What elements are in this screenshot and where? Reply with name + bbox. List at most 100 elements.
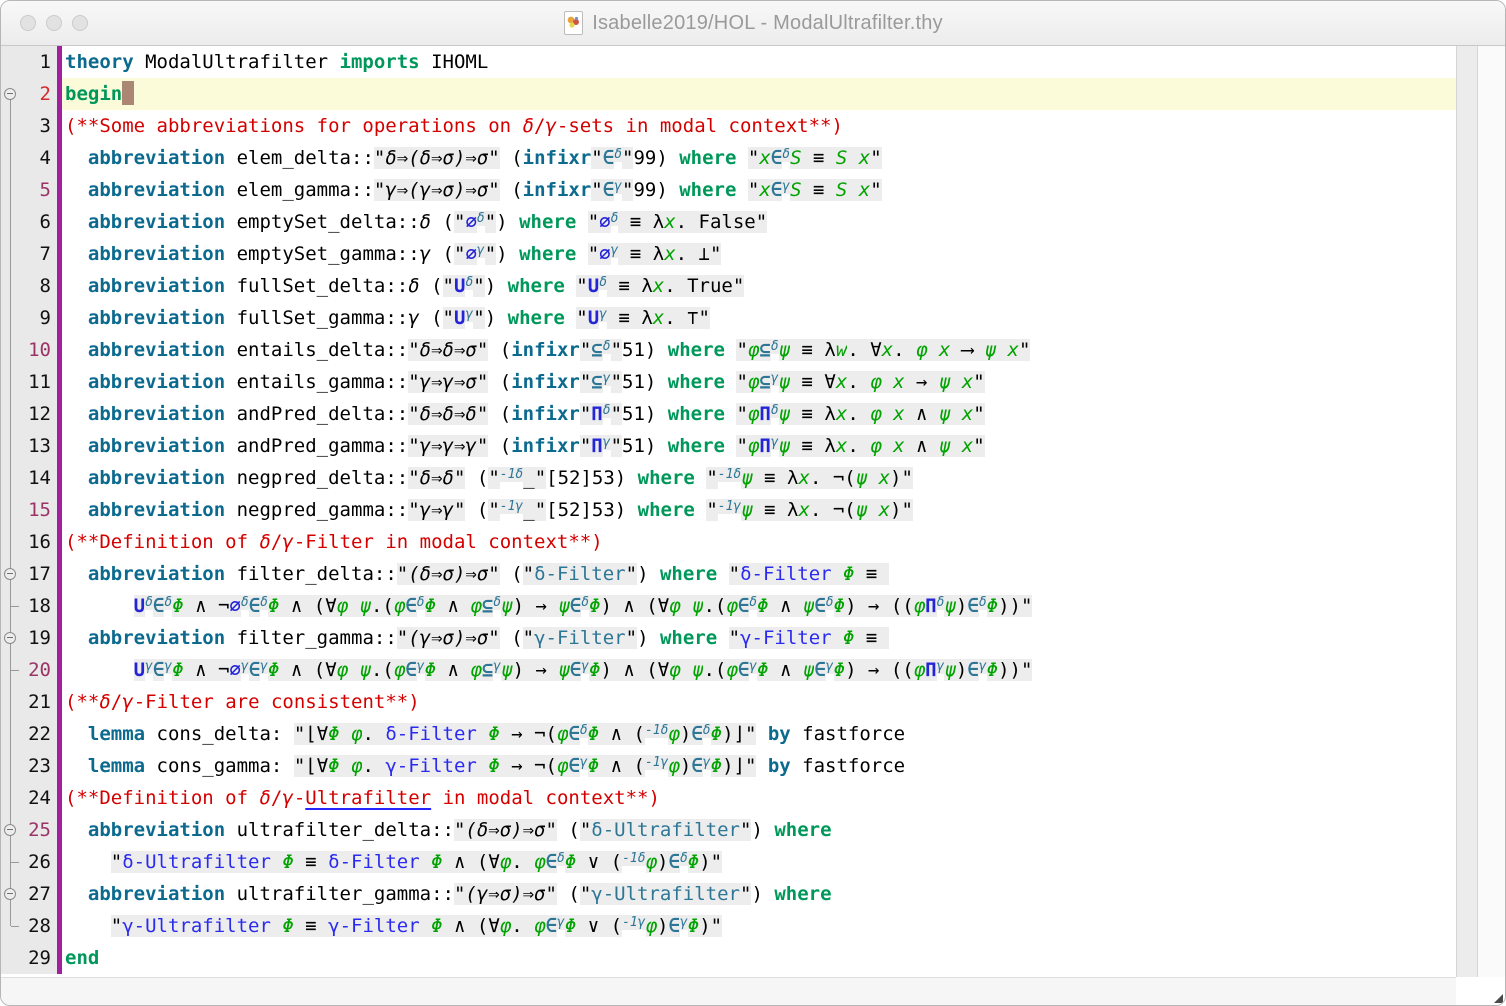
code-text[interactable]: abbreviation fullSet_gamma::γ ("Uγ") whe… — [62, 302, 1456, 334]
code-text[interactable]: abbreviation emptySet_gamma::γ ("∅γ") wh… — [62, 238, 1456, 270]
line-number[interactable]: 21 — [21, 686, 57, 718]
code-text[interactable]: (**Definition of δ/γ-Filter in modal con… — [62, 526, 1456, 558]
code-text[interactable]: abbreviation filter_delta::"(δ⇒σ)⇒σ" ("δ… — [62, 558, 1456, 590]
fold-gutter — [1, 270, 21, 302]
line-number[interactable]: 1 — [21, 46, 57, 78]
line-number[interactable]: 13 — [21, 430, 57, 462]
line-number[interactable]: 17 — [21, 558, 57, 590]
resize-grip[interactable] — [1494, 994, 1503, 1003]
code-line: 8 abbreviation fullSet_delta::δ ("Uδ") w… — [1, 270, 1456, 302]
code-text[interactable]: abbreviation andPred_gamma::"γ⇒γ⇒γ" (inf… — [62, 430, 1456, 462]
line-number[interactable]: 14 — [21, 462, 57, 494]
code-line: 1theory ModalUltrafilter imports IHOML — [1, 46, 1456, 78]
line-number[interactable]: 11 — [21, 366, 57, 398]
line-number[interactable]: 2 — [21, 78, 57, 110]
code-text[interactable]: end — [62, 942, 1456, 974]
fold-gutter — [1, 366, 21, 398]
fold-gutter — [1, 846, 21, 878]
title-bar[interactable]: Isabelle2019/HOL - ModalUltrafilter.thy — [1, 1, 1505, 46]
code-text[interactable]: abbreviation entails_delta::"δ⇒δ⇒σ" (inf… — [62, 334, 1456, 366]
code-text[interactable]: (**Some abbreviations for operations on … — [62, 110, 1456, 142]
code-line: 16(**Definition of δ/γ-Filter in modal c… — [1, 526, 1456, 558]
fold-gutter — [1, 398, 21, 430]
code-text[interactable]: abbreviation andPred_delta::"δ⇒δ⇒δ" (inf… — [62, 398, 1456, 430]
line-number[interactable]: 15 — [21, 494, 57, 526]
code-text[interactable]: (**Definition of δ/γ-Ultrafilter in moda… — [62, 782, 1456, 814]
code-text[interactable]: begin — [62, 78, 1456, 110]
code-line: 25 abbreviation ultrafilter_delta::"(δ⇒σ… — [1, 814, 1456, 846]
fold-minus-icon[interactable] — [4, 824, 16, 836]
line-number[interactable]: 3 — [21, 110, 57, 142]
code-text[interactable]: abbreviation entails_gamma::"γ⇒γ⇒σ" (inf… — [62, 366, 1456, 398]
code-text[interactable]: lemma cons_gamma: "⌊∀Φ φ. γ-Filter Φ → ¬… — [62, 750, 1456, 782]
code-line: 26 "δ-Ultrafilter Φ ≡ δ-Filter Φ ∧ (∀φ. … — [1, 846, 1456, 878]
fold-handle[interactable] — [1, 814, 21, 846]
fold-minus-icon[interactable] — [4, 568, 16, 580]
code-line: 6 abbreviation emptySet_delta::δ ("∅δ") … — [1, 206, 1456, 238]
fold-handle[interactable] — [1, 878, 21, 910]
fold-gutter — [1, 430, 21, 462]
code-text[interactable]: theory ModalUltrafilter imports IHOML — [62, 46, 1456, 78]
line-number[interactable]: 8 — [21, 270, 57, 302]
code-text[interactable]: lemma cons_delta: "⌊∀Φ φ. δ-Filter Φ → ¬… — [62, 718, 1456, 750]
code-text[interactable]: abbreviation emptySet_delta::δ ("∅δ") wh… — [62, 206, 1456, 238]
vertical-scrollbar[interactable] — [1456, 46, 1477, 977]
editor-lines[interactable]: 1theory ModalUltrafilter imports IHOML2b… — [1, 46, 1456, 977]
code-line: 11 abbreviation entails_gamma::"γ⇒γ⇒σ" (… — [1, 366, 1456, 398]
fold-gutter — [1, 142, 21, 174]
fold-handle[interactable] — [1, 622, 21, 654]
code-text[interactable]: abbreviation negpred_delta::"δ⇒δ" ("-1δ_… — [62, 462, 1456, 494]
code-text[interactable]: abbreviation ultrafilter_delta::"(δ⇒σ)⇒σ… — [62, 814, 1456, 846]
line-number[interactable]: 5 — [21, 174, 57, 206]
horizontal-scrollbar[interactable] — [1, 977, 1456, 1005]
traffic-lights — [20, 15, 88, 31]
code-text[interactable]: abbreviation filter_gamma::"(γ⇒σ)⇒σ" ("γ… — [62, 622, 1456, 654]
code-text[interactable]: abbreviation negpred_gamma::"γ⇒γ" ("-1γ_… — [62, 494, 1456, 526]
line-number[interactable]: 20 — [21, 654, 57, 686]
code-text[interactable]: Uγ∈γΦ ∧ ¬∅γ∈γΦ ∧ (∀φ ψ.(φ∈γΦ ∧ φ⊆γψ) → ψ… — [62, 654, 1456, 686]
code-text[interactable]: abbreviation elem_delta::"δ⇒(δ⇒σ)⇒σ" (in… — [62, 142, 1456, 174]
line-number[interactable]: 22 — [21, 718, 57, 750]
line-number[interactable]: 25 — [21, 814, 57, 846]
overview-bar[interactable] — [1477, 46, 1505, 977]
line-number[interactable]: 9 — [21, 302, 57, 334]
code-line: 21(**δ/γ-Filter are consistent**) — [1, 686, 1456, 718]
minimize-button[interactable] — [46, 15, 62, 31]
line-number[interactable]: 4 — [21, 142, 57, 174]
fold-minus-icon[interactable] — [4, 888, 16, 900]
code-text[interactable]: Uδ∈δΦ ∧ ¬∅δ∈δΦ ∧ (∀φ ψ.(φ∈δΦ ∧ φ⊆δψ) → ψ… — [62, 590, 1456, 622]
fold-handle[interactable] — [1, 78, 21, 110]
line-number[interactable]: 12 — [21, 398, 57, 430]
line-number[interactable]: 28 — [21, 910, 57, 942]
fold-gutter — [1, 46, 21, 78]
code-text[interactable]: "δ-Ultrafilter Φ ≡ δ-Filter Φ ∧ (∀φ. φ∈δ… — [62, 846, 1456, 878]
line-number[interactable]: 7 — [21, 238, 57, 270]
code-text[interactable]: (**δ/γ-Filter are consistent**) — [62, 686, 1456, 718]
line-number[interactable]: 24 — [21, 782, 57, 814]
code-text[interactable]: abbreviation ultrafilter_gamma::"(γ⇒σ)⇒σ… — [62, 878, 1456, 910]
code-text[interactable]: abbreviation fullSet_delta::δ ("Uδ") whe… — [62, 270, 1456, 302]
line-number[interactable]: 29 — [21, 942, 57, 974]
fold-minus-icon[interactable] — [4, 632, 16, 644]
line-number[interactable]: 23 — [21, 750, 57, 782]
line-number[interactable]: 10 — [21, 334, 57, 366]
line-number[interactable]: 26 — [21, 846, 57, 878]
scrollbar-corner — [1456, 977, 1505, 1005]
line-number[interactable]: 18 — [21, 590, 57, 622]
code-text[interactable]: abbreviation elem_gamma::"γ⇒(γ⇒σ)⇒σ" (in… — [62, 174, 1456, 206]
code-line: 15 abbreviation negpred_gamma::"γ⇒γ" ("-… — [1, 494, 1456, 526]
line-number[interactable]: 16 — [21, 526, 57, 558]
fold-handle[interactable] — [1, 558, 21, 590]
line-number[interactable]: 27 — [21, 878, 57, 910]
close-button[interactable] — [20, 15, 36, 31]
line-number[interactable]: 6 — [21, 206, 57, 238]
zoom-button[interactable] — [72, 15, 88, 31]
code-line: 12 abbreviation andPred_delta::"δ⇒δ⇒δ" (… — [1, 398, 1456, 430]
line-number[interactable]: 19 — [21, 622, 57, 654]
fold-gutter — [1, 494, 21, 526]
fold-minus-icon[interactable] — [4, 88, 16, 100]
fold-gutter — [1, 654, 21, 686]
code-line: 22 lemma cons_delta: "⌊∀Φ φ. δ-Filter Φ … — [1, 718, 1456, 750]
code-text[interactable]: "γ-Ultrafilter Φ ≡ γ-Filter Φ ∧ (∀φ. φ∈γ… — [62, 910, 1456, 942]
bottom-bar — [1, 977, 1505, 1005]
